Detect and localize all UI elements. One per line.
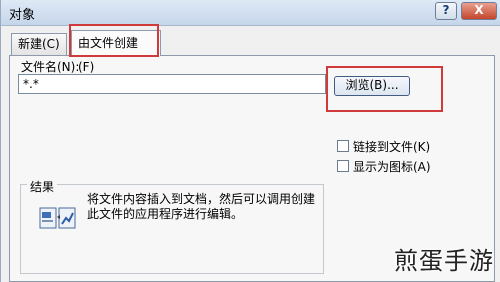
watermark-text: 煎蛋手游 [394, 247, 494, 275]
filename-label: 文件名(N): [21, 60, 80, 74]
object-dialog: 对象 ? X 新建(C) 由文件创建(F) 文件名(N): 浏览(B)... 链… [0, 0, 500, 282]
dialog-title: 对象 [9, 8, 36, 23]
filename-input[interactable] [18, 74, 326, 94]
link-to-file-checkbox[interactable] [337, 140, 349, 152]
title-bar[interactable]: 对象 ? X [1, 0, 500, 26]
browse-highlight-frame [326, 66, 443, 112]
help-button[interactable]: ? [435, 2, 457, 20]
close-button[interactable]: X [461, 2, 497, 20]
display-as-icon-label[interactable]: 显示为图标(A) [353, 158, 431, 175]
result-description: 将文件内容插入到文档，然后可以调用创建此文件的应用程序进行编辑。 [87, 192, 316, 221]
display-as-icon-checkbox[interactable] [337, 160, 349, 172]
tab-create-new[interactable]: 新建(C) [11, 33, 67, 55]
link-to-file-label[interactable]: 链接到文件(K) [353, 138, 430, 155]
insert-document-icon [39, 207, 76, 229]
result-title: 结果 [27, 178, 58, 195]
tab-highlight-frame [69, 24, 159, 57]
